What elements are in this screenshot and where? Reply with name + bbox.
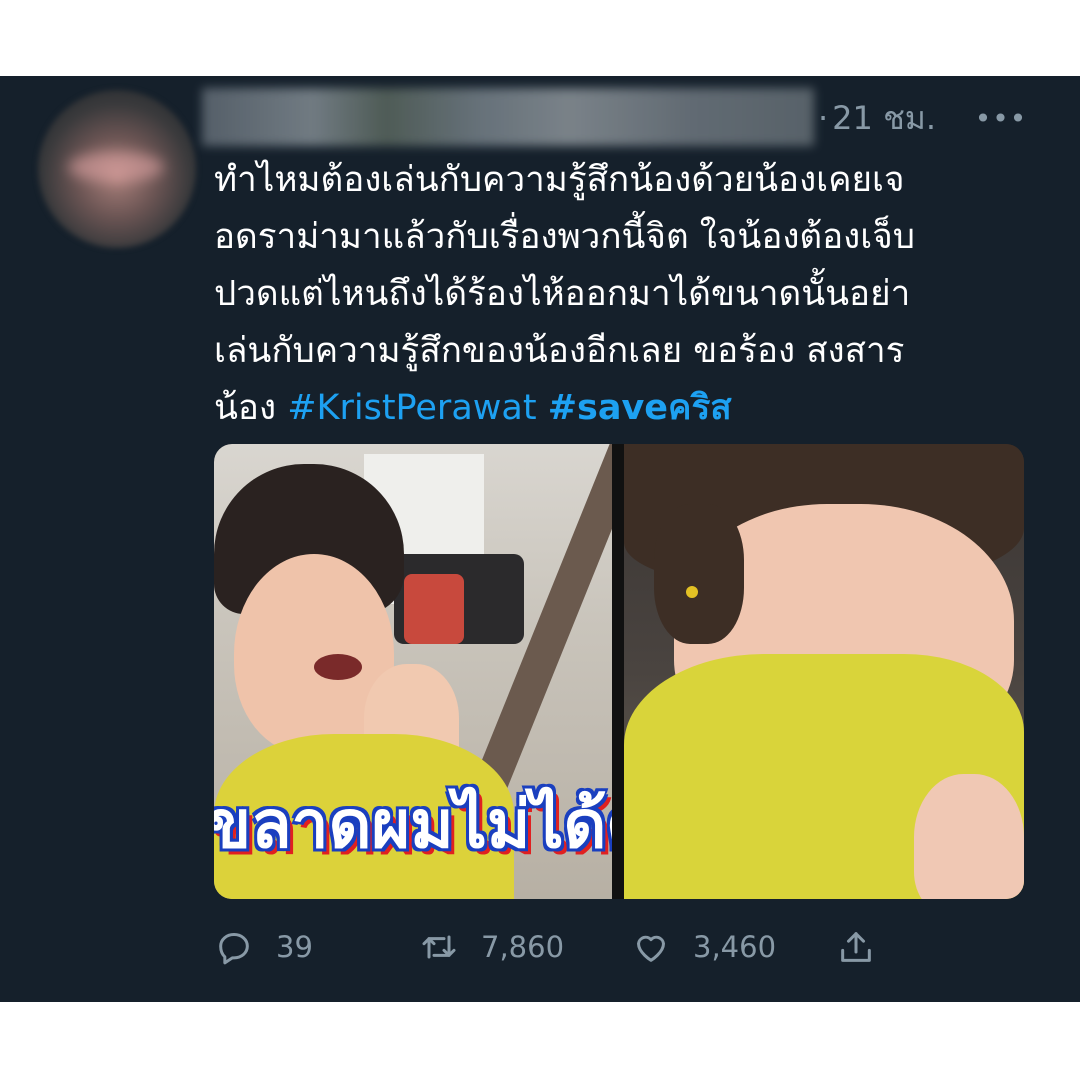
hashtag-krist[interactable]: #KristPerawat — [287, 388, 536, 428]
tweet-meta: · 21 ชม. — [818, 96, 936, 140]
tweet-text-line: เล่นกับความรู้สึกของน้องอีกเลย ขอร้อง สง… — [214, 331, 905, 371]
media-photo-1[interactable]: ขลาดผมไม่ได้ด — [214, 444, 612, 899]
tweet-text-line: ปวดแต่ไหนถึงได้ร้องไห้ออกมาได้ขนาดนั้นอย… — [214, 274, 911, 314]
share-icon — [841, 932, 871, 962]
tweet-timestamp[interactable]: 21 ชม. — [832, 93, 936, 144]
tweet-text-word: น้อง — [214, 388, 277, 428]
retweet-count: 7,860 — [481, 930, 565, 964]
like-button[interactable]: 3,460 — [631, 927, 836, 967]
time-separator: · — [818, 99, 829, 137]
media-grid: ขลาดผมไม่ได้ด — [214, 444, 1024, 899]
blurred-username[interactable] — [202, 88, 814, 146]
retweet-button[interactable]: 7,860 — [419, 927, 631, 967]
media-caption: ขลาดผมไม่ได้ด — [214, 786, 612, 863]
like-icon — [637, 935, 665, 962]
tweet-text-line: อดราม่ามาแล้วกับเรื่องพวกนี้จิต ใจน้องต้… — [214, 217, 915, 257]
media-photo-2[interactable] — [624, 444, 1024, 899]
reply-button[interactable]: 39 — [214, 927, 419, 967]
like-count: 3,460 — [693, 930, 777, 964]
retweet-icon — [422, 935, 456, 959]
tweet-text: ทำไหมต้องเล่นกับความรู้สึกน้องด้วยน้องเค… — [214, 152, 1014, 437]
reply-count: 39 — [276, 930, 313, 964]
tweet-actions: 39 7,860 3,460 — [214, 918, 914, 976]
tweet-text-line-last: น้อง #KristPerawat #saveคริส — [214, 380, 1014, 437]
tweet-text-line: ทำไหมต้องเล่นกับความรู้สึกน้องด้วยน้องเค… — [214, 160, 905, 200]
hashtag-save[interactable]: #saveคริส — [548, 388, 732, 428]
reply-icon — [219, 933, 249, 965]
share-button[interactable] — [836, 927, 876, 967]
more-icon[interactable]: ••• — [975, 96, 1027, 140]
avatar[interactable] — [38, 90, 196, 248]
